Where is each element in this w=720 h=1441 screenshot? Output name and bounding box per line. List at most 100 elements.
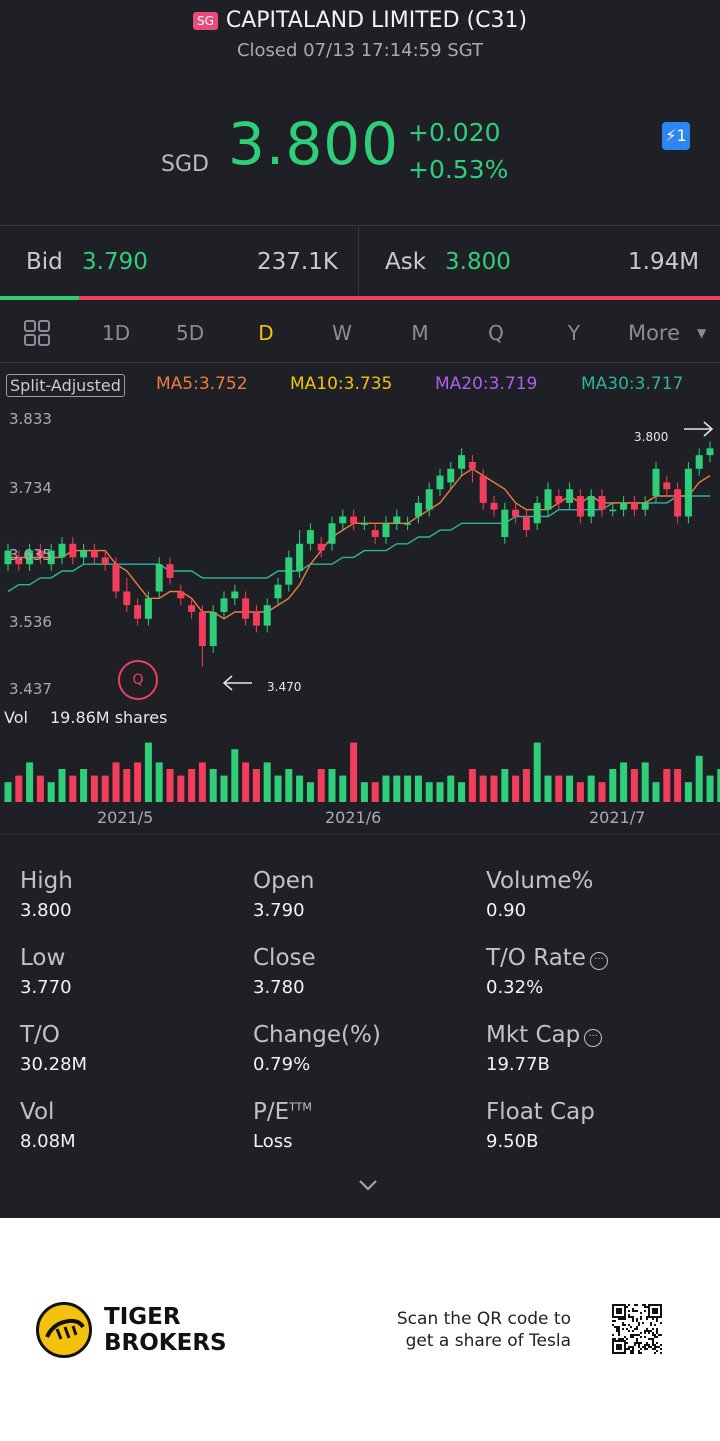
volume-bar: [209, 769, 217, 802]
stat-label-close: Close: [253, 945, 316, 971]
divider: [0, 834, 720, 835]
stat-label-pe: P/ETTM: [253, 1099, 312, 1125]
ask-size: 1.94M: [628, 249, 700, 275]
candle: [209, 605, 217, 653]
candle: [544, 482, 552, 517]
info-icon[interactable]: ···: [584, 1029, 603, 1047]
y-axis-tick: 3.437: [9, 680, 52, 698]
y-axis-tick: 3.536: [9, 613, 52, 631]
market-badge: SG: [192, 11, 218, 30]
volume-bar: [425, 782, 433, 802]
volume-bar: [263, 762, 271, 802]
bid-size: 237.1K: [257, 249, 338, 275]
volume-bar: [220, 775, 228, 802]
volume-bar: [101, 775, 109, 802]
volume-bar: [587, 775, 595, 802]
stat-value-change-pct: 0.79%: [253, 1054, 311, 1075]
stat-label-mkt-cap: Mkt Cap ···: [486, 1022, 603, 1048]
volume-bar: [447, 775, 455, 802]
candle: [144, 591, 152, 626]
x-axis-tick: 2021/6: [325, 808, 382, 827]
divider: [0, 225, 720, 226]
candlestick-chart[interactable]: [0, 400, 720, 820]
tab-w[interactable]: W: [331, 321, 353, 345]
info-icon[interactable]: ···: [589, 952, 608, 970]
volume-bar: [90, 775, 98, 802]
volume-bar: [566, 775, 574, 802]
bid-ask-divider: [358, 227, 359, 295]
volume-bar: [198, 762, 206, 802]
volume-bar: [231, 749, 239, 802]
candle: [695, 448, 703, 476]
layout-grid-icon[interactable]: [24, 320, 50, 346]
tab-5d[interactable]: 5D: [176, 321, 204, 345]
candle: [306, 523, 314, 551]
price-change-pct: +0.53%: [408, 155, 509, 184]
candle: [166, 557, 174, 585]
stat-value-open: 3.790: [253, 900, 305, 921]
y-axis-tick: 3.635: [9, 546, 52, 564]
ma30-legend: MA30:3.717: [581, 374, 684, 394]
promo-text: get a share of Tesla: [405, 1331, 571, 1351]
quarter-report-marker[interactable]: Q: [118, 660, 158, 700]
tab-m[interactable]: M: [410, 321, 430, 345]
market-status: Closed 07/13 17:14:59 SGT: [236, 40, 484, 61]
volume-bar: [490, 775, 498, 802]
flash-icon[interactable]: ⚡1: [662, 122, 690, 150]
split-adjusted-toggle[interactable]: Split-Adjusted: [6, 374, 125, 397]
volume-bar: [296, 775, 304, 802]
volume-bar: [15, 775, 23, 802]
volume-bar: [501, 769, 509, 802]
chevron-down-icon[interactable]: [356, 1178, 380, 1192]
stat-label-change-pct: Change(%): [253, 1022, 381, 1048]
volume-bar: [522, 769, 530, 802]
ma5-legend: MA5:3.752: [156, 374, 248, 394]
volume-bar: [436, 782, 444, 802]
volume-bar: [112, 762, 120, 802]
candle: [501, 502, 509, 544]
stat-value-mkt-cap: 19.77B: [486, 1054, 550, 1075]
stat-label-text: P/E: [253, 1099, 290, 1125]
candle: [90, 543, 98, 565]
candle: [328, 516, 336, 551]
candle: [436, 468, 444, 497]
candle: [598, 489, 606, 517]
bid-label: Bid: [26, 249, 63, 275]
volume-bar: [609, 769, 617, 802]
volume-bar: [285, 769, 293, 802]
volume-bar: [317, 769, 325, 802]
volume-bar: [328, 769, 336, 802]
stat-label-text: Mkt Cap: [486, 1022, 581, 1048]
tab-1d[interactable]: 1D: [102, 321, 130, 345]
candle: [177, 584, 185, 606]
stock-detail-screen: SG CAPITALAND LIMITED (C31) Closed 07/13…: [0, 0, 720, 1218]
stat-value-float-cap: 9.50B: [486, 1131, 539, 1152]
volume-bar: [663, 769, 671, 802]
candle: [296, 530, 304, 578]
candle: [674, 482, 682, 524]
volume-bar: [512, 775, 520, 802]
stat-label-high: High: [20, 868, 73, 894]
volume-bar: [674, 769, 682, 802]
candle: [350, 509, 358, 531]
candle: [566, 482, 574, 510]
y-axis-tick: 3.833: [9, 410, 52, 428]
brand-name: BROKERS: [104, 1330, 227, 1356]
tab-more[interactable]: More: [623, 321, 685, 345]
candle: [371, 523, 379, 544]
volume-bar: [274, 775, 282, 802]
stat-label-turnover: T/O: [20, 1022, 60, 1048]
currency-label: SGD: [161, 152, 209, 177]
tab-y[interactable]: Y: [566, 321, 582, 345]
tab-q[interactable]: Q: [487, 321, 505, 345]
candle: [522, 509, 530, 537]
candle: [134, 598, 142, 626]
stat-value-pe: Loss: [253, 1131, 293, 1152]
stat-label-vol: Vol: [20, 1099, 55, 1125]
stat-value-volume-pct: 0.90: [486, 900, 527, 921]
tab-d[interactable]: D: [258, 321, 274, 345]
ma5-line: [8, 467, 711, 620]
divider: [0, 362, 720, 363]
candle: [339, 509, 347, 531]
volume-bar: [80, 769, 88, 802]
